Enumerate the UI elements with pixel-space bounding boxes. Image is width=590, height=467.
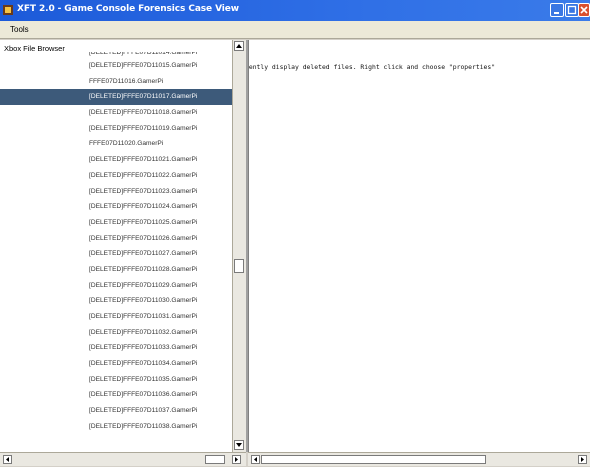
arrow-left-icon: [6, 457, 9, 462]
file-browser-horizontal-scrollbar[interactable]: [0, 452, 246, 466]
maximize-button[interactable]: [565, 3, 579, 17]
app-icon: [3, 5, 13, 15]
file-list-item[interactable]: [DELETED]FFFE07D11018.GamerPi: [0, 105, 232, 121]
scroll-up-button[interactable]: [234, 41, 244, 51]
scroll-left-button[interactable]: [3, 455, 12, 464]
file-list-item[interactable]: [DELETED]FFFE07D11026.GamerPi: [0, 231, 232, 247]
file-browser-pane[interactable]: Xbox File Browser [DELETED]FFFE07D11014.…: [0, 40, 233, 452]
file-list-item[interactable]: [DELETED]FFFE07D11036.GamerPi: [0, 387, 232, 403]
file-list-item[interactable]: [DELETED]FFFE07D11029.GamerPi: [0, 278, 232, 294]
file-list-item[interactable]: [DELETED]FFFE07D11023.GamerPi: [0, 184, 232, 200]
scroll-right-button[interactable]: [232, 455, 241, 464]
arrow-up-icon: [236, 44, 242, 48]
menu-tools[interactable]: Tools: [10, 25, 29, 34]
detail-horizontal-scroll-thumb[interactable]: [261, 455, 486, 464]
file-list-item[interactable]: [DELETED]FFFE07D11034.GamerPi: [0, 356, 232, 372]
horizontal-scroll-thumb[interactable]: [205, 455, 225, 464]
file-list-item[interactable]: [DELETED]FFFE07D11028.GamerPi: [0, 262, 232, 278]
detail-pane[interactable]: rently display deleted files. Right clic…: [248, 40, 590, 452]
file-browser-vertical-scrollbar[interactable]: [232, 40, 246, 452]
file-list-item[interactable]: [DELETED]FFFE07D11015.GamerPi: [0, 58, 232, 74]
minimize-button[interactable]: [550, 3, 564, 17]
scroll-down-button[interactable]: [234, 440, 244, 450]
file-list-item[interactable]: [DELETED]FFFE07D11021.GamerPi: [0, 152, 232, 168]
file-list-item[interactable]: [DELETED]FFFE07D11033.GamerPi: [0, 340, 232, 356]
file-list-item[interactable]: [DELETED]FFFE07D11022.GamerPi: [0, 168, 232, 184]
file-list-item[interactable]: FFFE07D11016.GamerPi: [0, 74, 232, 90]
detail-message: rently display deleted files. Right clic…: [248, 63, 496, 71]
menu-bar: Tools: [0, 21, 590, 39]
file-list-item[interactable]: FFFE07D11020.GamerPi: [0, 136, 232, 152]
arrow-left-icon: [254, 457, 257, 462]
file-list: [DELETED]FFFE07D11014.GamerPi [DELETED]FF…: [0, 52, 232, 435]
file-list-item[interactable]: [DELETED]FFFE07D11017.GamerPi: [0, 89, 232, 106]
file-list-item[interactable]: [DELETED]FFFE07D11019.GamerPi: [0, 121, 232, 137]
scroll-thumb[interactable]: [234, 259, 244, 273]
title-bar[interactable]: XFT 2.0 - Game Console Forensics Case Vi…: [0, 0, 590, 21]
file-list-item[interactable]: [DELETED]FFFE07D11025.GamerPi: [0, 215, 232, 231]
arrow-down-icon: [236, 443, 242, 447]
file-list-item[interactable]: [DELETED]FFFE07D11035.GamerPi: [0, 372, 232, 388]
file-list-item[interactable]: [DELETED]FFFE07D11032.GamerPi: [0, 325, 232, 341]
close-button[interactable]: [578, 3, 590, 17]
arrow-right-icon: [581, 457, 584, 462]
file-list-item[interactable]: [DELETED]FFFE07D11027.GamerPi: [0, 246, 232, 262]
file-list-item[interactable]: [DELETED]FFFE07D11038.GamerPi: [0, 419, 232, 435]
close-icon: [580, 6, 588, 14]
file-list-item[interactable]: [DELETED]FFFE07D11031.GamerPi: [0, 309, 232, 325]
detail-horizontal-scrollbar[interactable]: [248, 452, 590, 466]
detail-scroll-left-button[interactable]: [251, 455, 260, 464]
file-list-item[interactable]: [DELETED]FFFE07D11024.GamerPi: [0, 199, 232, 215]
detail-scroll-right-button[interactable]: [578, 455, 587, 464]
file-list-item[interactable]: [DELETED]FFFE07D11037.GamerPi: [0, 403, 232, 419]
window-title: XFT 2.0 - Game Console Forensics Case Vi…: [17, 4, 240, 14]
maximize-icon: [567, 5, 577, 15]
minimize-icon: [554, 12, 559, 14]
file-list-item[interactable]: [DELETED]FFFE07D11030.GamerPi: [0, 293, 232, 309]
arrow-right-icon: [235, 457, 238, 462]
